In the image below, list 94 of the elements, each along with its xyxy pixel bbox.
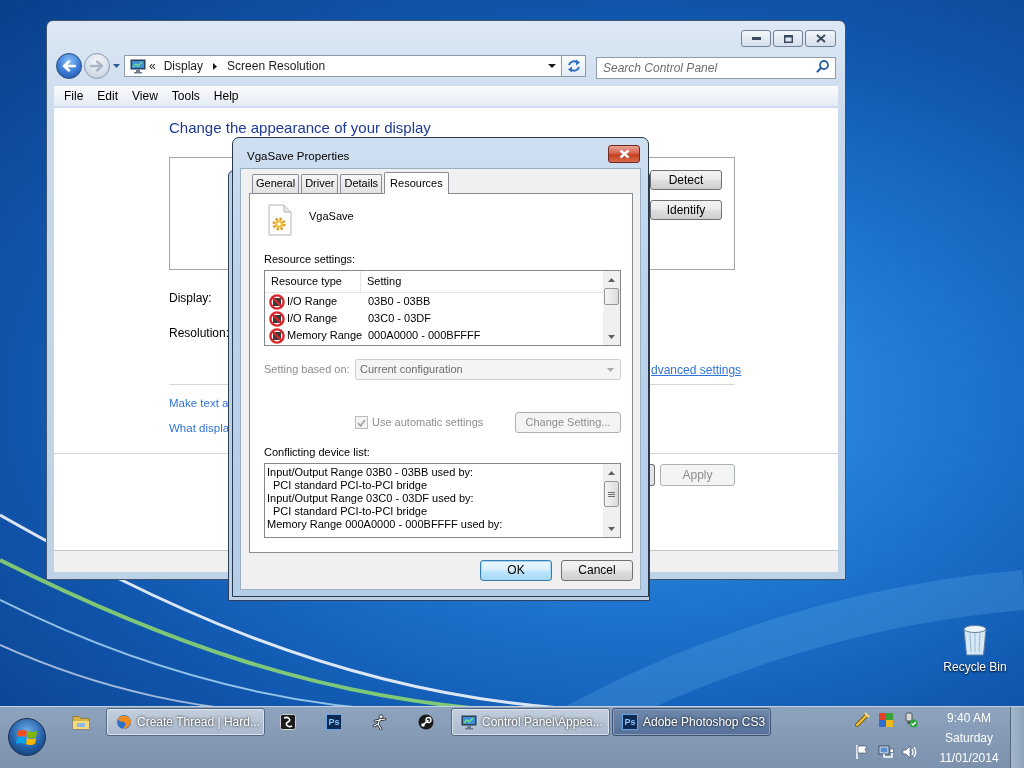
table-cell: 000A0000 - 000BFFFF [368,329,481,342]
checkbox-label: Use automatic settings [372,416,484,429]
scroll-up-icon[interactable] [608,277,615,282]
scrollbar-thumb[interactable] [604,481,619,507]
close-icon [618,149,630,159]
scrollbar[interactable] [603,464,620,537]
tab[interactable]: General [252,174,300,193]
resource-list[interactable]: Resource type Setting I/O Range 03B0 - 03BB I/O Range 03C0 - 03DF Memory Range 000A0000 - 000BFFFF [264,270,621,346]
table-cell: Memory Range [287,329,363,342]
monitor-icon [130,58,146,74]
cancel-button[interactable]: Cancel [561,560,633,581]
scrollbar-thumb[interactable] [604,288,619,305]
app-tile[interactable]: Ps [326,714,342,730]
running-figure-icon[interactable] [372,714,388,730]
table-cell: I/O Range [287,312,338,325]
network-icon[interactable] [878,744,894,760]
plug-check-icon[interactable] [902,712,918,728]
refresh-icon [565,59,582,73]
ok-button[interactable]: OK [480,560,552,581]
column-header[interactable]: Setting [367,275,402,288]
gear-document-icon [268,204,292,236]
button-edge[interactable] [650,464,655,486]
page-heading: Change the appearance of your display [169,120,431,136]
refresh-button[interactable] [562,55,586,77]
waving-flag-icon [16,727,38,747]
dark-tile-icon[interactable] [280,714,296,730]
device-name: VgaSave [309,210,354,223]
trash-bin-icon[interactable] [961,622,989,656]
section-label: Conflicting device list: [264,446,370,459]
field-label: Setting based on: [264,363,350,376]
menu-item[interactable]: View [132,89,158,103]
maximize-icon [783,34,793,43]
pencil-icon[interactable] [854,712,870,728]
caret-down-icon[interactable] [548,64,556,68]
menu-item[interactable]: File [64,89,84,103]
scrollbar[interactable] [603,271,620,345]
tab[interactable]: Driver [301,174,339,193]
scroll-up-icon[interactable] [608,470,615,475]
forward-arrow-icon [90,60,104,72]
monitor-icon [461,714,477,730]
close-button[interactable] [805,30,836,47]
breadcrumb-overflow[interactable]: « [149,59,156,73]
scroll-down-icon[interactable] [608,334,615,339]
app-tile: Ps [622,714,638,730]
search-field[interactable]: Search Control Panel [596,57,836,79]
table-cell: 03B0 - 03BB [368,295,431,308]
taskbar-button[interactable]: Ps Adobe Photoshop CS3 [612,708,771,736]
grip-icon [608,491,615,497]
section-label: Resource settings: [264,253,356,266]
chevron-right-icon [213,62,218,70]
dialog-title: VgaSave Properties [247,149,350,163]
column-header[interactable]: Resource type [271,275,342,288]
start-button[interactable] [8,718,46,756]
list-line: Input/Output Range 03C0 - 03DF used by: [267,492,474,505]
list-line: PCI standard PCI-to-PCI bridge [273,479,428,492]
link[interactable]: Make text a [169,396,229,410]
list-line: Memory Range 000A0000 - 000BFFFF used by: [267,518,503,531]
table-cell: I/O Range [287,295,338,308]
tab[interactable]: Details [340,174,383,193]
link[interactable]: What displa [169,421,230,435]
caret-down-icon [607,367,614,372]
close-button[interactable] [608,145,640,163]
menu-item[interactable]: Edit [97,89,119,103]
detect-button[interactable]: Detect [650,170,722,190]
close-icon [815,34,826,43]
maximize-button[interactable] [773,30,803,47]
list-line: PCI standard PCI-to-PCI bridge [273,505,428,518]
tab[interactable]: Resources [384,172,449,194]
field-label: Resolution: [169,326,230,340]
folder-icon[interactable] [72,714,90,730]
breadcrumb[interactable]: Display [163,59,204,73]
breadcrumb[interactable]: Screen Resolution [227,59,326,73]
minimize-button[interactable] [741,30,771,47]
field-label: Display: [169,291,212,305]
checkmark-icon [357,418,366,427]
scroll-down-icon[interactable] [608,526,615,531]
speaker-icon[interactable] [902,744,918,760]
identify-button[interactable]: Identify [650,200,722,220]
key-disc-icon[interactable] [418,714,434,730]
globe-icon [116,714,132,730]
back-arrow-icon [62,60,76,72]
show-desktop-button[interactable] [1010,707,1024,768]
flag-icon[interactable] [854,744,870,760]
address-bar[interactable]: « Display Screen Resolution [124,55,562,77]
desktop-icon-label[interactable]: Recycle Bin [943,660,1007,674]
squares-icon[interactable] [878,712,894,728]
list-line: Input/Output Range 03B0 - 03BB used by: [267,466,474,479]
table-cell: 03C0 - 03DF [368,312,431,325]
back-button[interactable] [56,53,82,79]
link[interactable]: dvanced settings [651,363,742,377]
minimize-icon [751,37,761,40]
menu-item[interactable]: Help [213,89,239,103]
search-icon [816,60,829,73]
menu-item[interactable]: Tools [171,89,200,103]
